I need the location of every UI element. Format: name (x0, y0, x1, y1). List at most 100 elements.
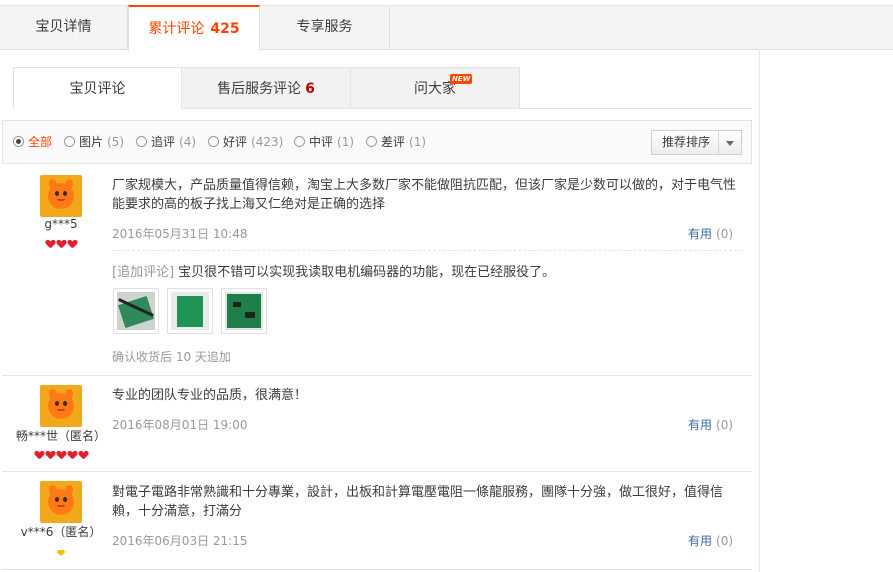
review-text: 對電子電路非常熟識和十分專業，設計，出板和計算電壓電阻一條龍服務，團隊十分強，做… (112, 485, 724, 519)
radio-icon[interactable] (294, 136, 305, 147)
tab-reviews[interactable]: 累计评论 425 (128, 5, 260, 51)
avatar[interactable] (40, 385, 82, 427)
avatar-part (55, 401, 59, 406)
radio-icon[interactable] (366, 136, 377, 147)
follow-up-text: 宝贝很不错可以实现我读取电机编码器的功能，现在已经服役了。 (178, 265, 556, 280)
filter-negative-count: (1) (409, 135, 427, 149)
review-filter-bar: 全部 图片 (5) 追评 (4) 好评 (423) 中评 (1) 差评 (1) 推荐排序 (2, 120, 752, 164)
tab-item-details[interactable]: 宝贝详情 (0, 6, 128, 50)
tab-reviews-count: 425 (210, 21, 240, 37)
tab-after-sale-count: 6 (305, 81, 315, 97)
new-badge: NEW (450, 74, 473, 84)
useful-count: (0) (716, 418, 734, 432)
review-sub-tabs: 宝贝评论 售后服务评论 6 问大家 NEW (13, 67, 752, 110)
useful-count: (0) (716, 534, 734, 548)
top-tab-bar: 宝贝详情 累计评论 425 专享服务 (0, 5, 893, 51)
filter-all[interactable]: 全部 (13, 133, 52, 151)
review-photo-3[interactable] (221, 288, 267, 334)
avatar-part (63, 497, 67, 502)
radio-icon[interactable] (208, 136, 219, 147)
review-photo-1[interactable] (113, 288, 159, 334)
radio-icon[interactable] (136, 136, 147, 147)
photo-2 (171, 292, 209, 330)
tab-item-reviews-label: 宝贝评论 (69, 81, 126, 97)
right-sidebar (759, 50, 893, 572)
tab-after-sale-reviews[interactable]: 售后服务评论 6 (182, 67, 351, 109)
filter-negative[interactable]: 差评 (1) (366, 133, 426, 151)
filter-photos[interactable]: 图片 (5) (64, 133, 124, 151)
divider (112, 250, 742, 251)
user-rank (32, 237, 90, 247)
review-photo-2[interactable] (167, 288, 213, 334)
useful-count: (0) (716, 227, 734, 241)
tab-reviews-label: 累计评论 (148, 21, 205, 37)
avatar-part (63, 191, 67, 196)
tab-service-label: 专享服务 (296, 19, 353, 35)
username: 畅***世（匿名） (15, 429, 106, 443)
avatar-part (55, 191, 59, 196)
avatar-part (48, 489, 74, 515)
heart-icon (46, 451, 55, 459)
heart-icon (79, 451, 88, 459)
pcb-shape (177, 296, 203, 327)
filter-neutral[interactable]: 中评 (1) (294, 133, 354, 151)
photo-list (113, 288, 273, 336)
useful-label: 有用 (688, 534, 713, 548)
tab-item-reviews[interactable]: 宝贝评论 (13, 67, 182, 110)
follow-up-review: [追加评论] 宝贝很不错可以实现我读取电机编码器的功能，现在已经服役了。 (112, 261, 555, 280)
tab-service[interactable]: 专享服务 (260, 6, 390, 50)
heart-icon (57, 451, 66, 459)
sort-dropdown[interactable]: 推荐排序 (651, 130, 742, 155)
user-rank (12, 545, 110, 556)
useful-label: 有用 (688, 227, 713, 241)
avatar[interactable] (40, 481, 82, 523)
review-item: g***5 厂家规模大，产品质量值得信赖，淘宝上大多数厂家不能做阻抗匹配，但该厂… (2, 165, 752, 376)
review-date: 2016年06月03日 21:15 (112, 534, 248, 548)
filter-negative-label: 差评 (381, 135, 406, 149)
sort-divider (718, 131, 719, 154)
avatar[interactable] (40, 175, 82, 217)
useful-label: 有用 (688, 418, 713, 432)
filter-positive-count: (423) (251, 135, 284, 149)
heart-icon (68, 451, 77, 459)
radio-icon[interactable] (64, 136, 75, 147)
tab-after-sale-label: 售后服务评论 (217, 81, 302, 97)
filter-neutral-label: 中评 (309, 135, 334, 149)
filter-followup-count: (4) (179, 135, 197, 149)
useful-button[interactable]: 有用 (0) (688, 416, 733, 433)
username: v***6（匿名） (20, 525, 102, 539)
tab-ask-everyone[interactable]: 问大家 NEW (351, 67, 520, 109)
filter-followup[interactable]: 追评 (4) (136, 133, 196, 151)
chip-shape (245, 312, 255, 318)
avatar-part (48, 393, 74, 419)
heart-icon (46, 240, 55, 248)
review-item: v***6（匿名） 對電子電路非常熟識和十分專業，設計，出板和計算電壓電阻一條龍… (2, 472, 752, 570)
filter-all-label: 全部 (28, 135, 53, 149)
pcb-shape (227, 294, 261, 328)
useful-button[interactable]: 有用 (0) (688, 225, 733, 242)
filter-photos-count: (5) (107, 135, 125, 149)
avatar-part (55, 497, 59, 502)
follow-up-note: 确认收货后 10 天追加 (112, 350, 231, 364)
chevron-down-icon (726, 141, 734, 146)
photo-1 (117, 292, 155, 330)
avatar-part (57, 504, 65, 507)
filter-positive[interactable]: 好评 (423) (208, 133, 283, 151)
review-text: 厂家规模大，产品质量值得信赖，淘宝上大多数厂家不能做阻抗匹配，但该厂家是少数可以… (112, 178, 737, 212)
avatar-part (48, 183, 74, 209)
filter-positive-label: 好评 (223, 135, 248, 149)
review-date: 2016年05月31日 10:48 (112, 227, 248, 241)
review-date: 2016年08月01日 19:00 (112, 418, 248, 432)
username: g***5 (44, 217, 78, 231)
chip-shape (233, 302, 241, 307)
filter-neutral-count: (1) (337, 135, 355, 149)
heart-icon (35, 451, 44, 459)
radio-icon[interactable] (13, 136, 24, 147)
tab-item-details-label: 宝贝详情 (35, 19, 92, 35)
sort-label: 推荐排序 (662, 135, 711, 149)
follow-up-tag: [追加评论] (112, 265, 175, 280)
review-item: 畅***世（匿名） 专业的团队专业的品质，很满意！ 2016年08月01日 19… (2, 376, 752, 472)
avatar-part (57, 408, 65, 411)
avatar-part (63, 401, 67, 406)
useful-button[interactable]: 有用 (0) (688, 532, 733, 549)
